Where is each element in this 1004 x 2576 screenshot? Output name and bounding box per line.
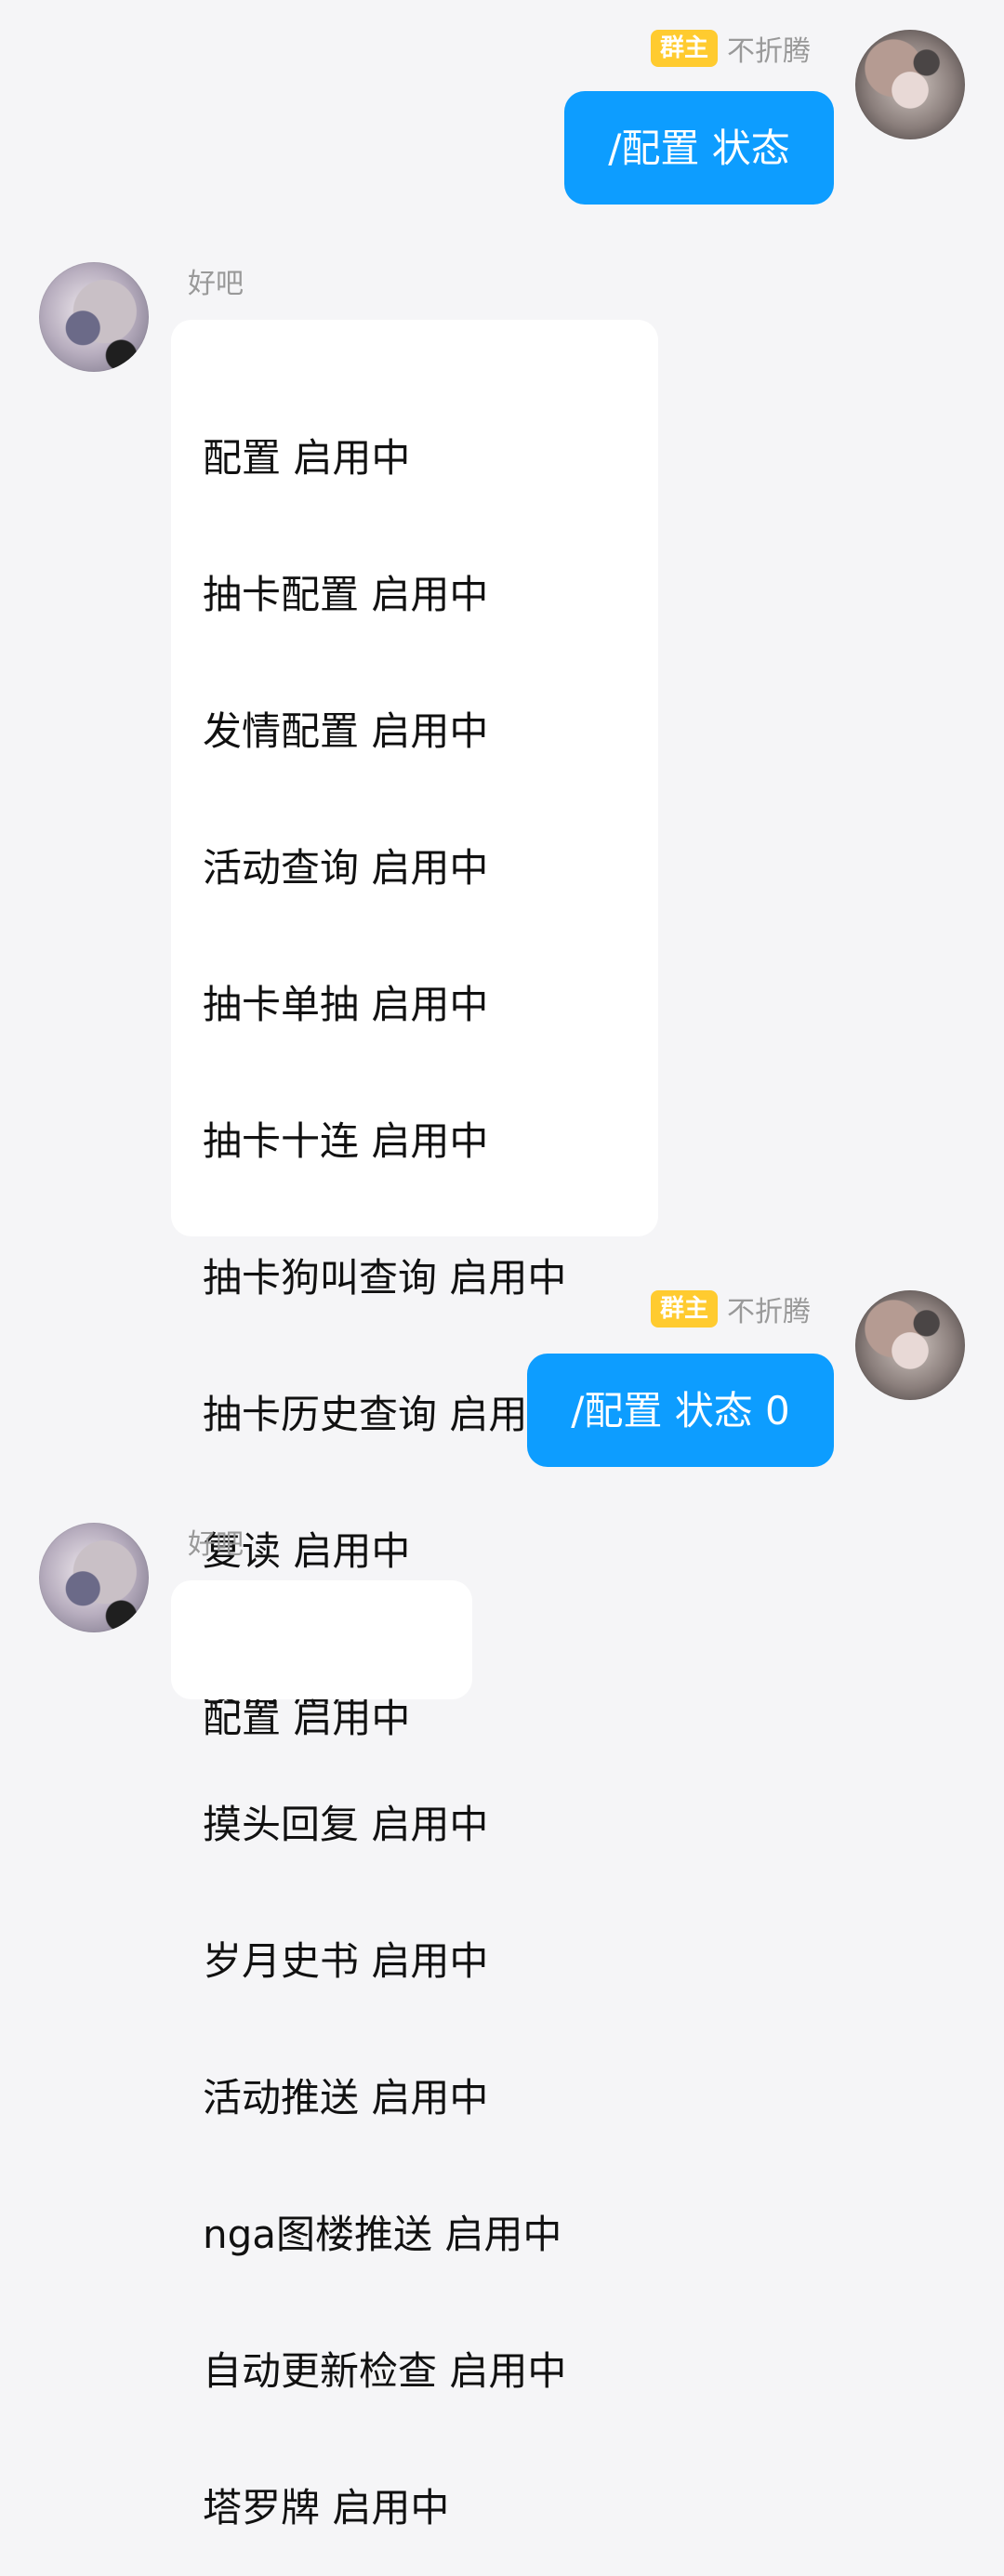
- owner-badge: 群主: [650, 30, 718, 67]
- sender-row: 群主 不折腾: [650, 30, 811, 68]
- message-line: 抽卡配置 启用中: [203, 572, 489, 617]
- message-line: 摸头回复 启用中: [203, 1802, 489, 1847]
- message-line: 配置 启用中: [203, 435, 411, 481]
- owner-badge: 群主: [650, 1290, 718, 1328]
- avatar[interactable]: [855, 30, 965, 139]
- avatar[interactable]: [855, 1290, 965, 1400]
- message-line: 复读 启用中: [203, 1528, 411, 1574]
- message-line: 发情配置 启用中: [203, 708, 489, 754]
- sender-name: 好吧: [188, 1528, 244, 1561]
- message-text: /配置 状态 0: [571, 1387, 790, 1433]
- message-line: 活动推送 启用中: [203, 2075, 489, 2120]
- message-line: 抽卡单抽 启用中: [203, 982, 489, 1027]
- message-line: 自动更新检查 启用中: [203, 2348, 567, 2394]
- message-bubble-incoming[interactable]: 配置 启用中: [171, 1580, 472, 1741]
- message-line: nga图楼推送 启用中: [203, 2212, 562, 2257]
- message-line: 配置 启用中: [203, 1696, 411, 1741]
- message-bubble-incoming[interactable]: 配置 启用中 抽卡配置 启用中 发情配置 启用中 活动查询 启用中 抽卡单抽 启…: [171, 320, 658, 2530]
- message-line: 塔罗牌 启用中: [203, 2485, 450, 2530]
- message-line: 岁月史书 启用中: [203, 1938, 489, 1984]
- message-line: 活动查询 启用中: [203, 845, 489, 891]
- message-line: 抽卡十连 启用中: [203, 1118, 489, 1164]
- message-bubble-outgoing[interactable]: /配置 状态 0: [527, 1354, 834, 1467]
- sender-name: 好吧: [188, 268, 244, 300]
- message-text: /配置 状态: [608, 125, 790, 171]
- sender-row: 群主 不折腾: [650, 1290, 811, 1328]
- sender-name: 不折腾: [727, 35, 811, 68]
- message-bubble-outgoing[interactable]: /配置 状态: [564, 91, 834, 205]
- avatar[interactable]: [39, 1523, 149, 1632]
- avatar[interactable]: [39, 262, 149, 372]
- message-line: 抽卡狗叫查询 启用中: [203, 1255, 567, 1301]
- sender-name: 不折腾: [727, 1296, 811, 1328]
